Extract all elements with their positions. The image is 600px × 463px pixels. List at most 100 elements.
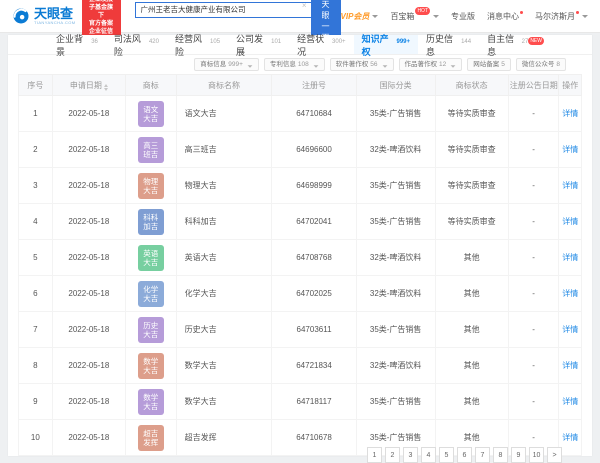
detail-link[interactable]: 详情: [562, 361, 578, 370]
chevron-down-icon: [382, 64, 387, 68]
nav-tab-count: 999+: [396, 38, 410, 45]
cell-trademark-image: 数学 大吉: [124, 383, 177, 420]
page-button[interactable]: >: [547, 447, 562, 463]
detail-link[interactable]: 详情: [562, 181, 578, 190]
filter-pill[interactable]: 微信公众号 8: [515, 58, 566, 71]
cell-status: 等待实质审查: [434, 95, 509, 132]
cell-index: 5: [18, 239, 53, 276]
top-menu-item[interactable]: VIP会员: [341, 11, 379, 22]
top-menu-label: 专业版: [451, 11, 475, 21]
detail-link[interactable]: 详情: [562, 145, 578, 154]
cell-intl-class: 32类-啤酒饮料: [355, 275, 436, 312]
detail-link[interactable]: 详情: [562, 325, 578, 334]
trademark-badge[interactable]: 数学 大吉: [137, 388, 164, 415]
top-menu-item[interactable]: 百宝箱 HOT: [390, 6, 439, 22]
top-menu-item[interactable]: 消息中心: [487, 10, 523, 22]
column-header[interactable]: 商标: [124, 74, 177, 96]
trademark-badge[interactable]: 语文 大吉: [137, 100, 164, 127]
detail-link[interactable]: 详情: [562, 289, 578, 298]
filter-pill[interactable]: 软件著作权 56: [329, 58, 394, 71]
cell-action: 详情: [558, 347, 582, 384]
sort-icon[interactable]: [103, 83, 108, 91]
trademark-badge[interactable]: 数学 大吉: [137, 352, 164, 379]
page-button[interactable]: 6: [457, 447, 472, 463]
cell-index: 1: [18, 95, 53, 132]
page-button[interactable]: 1: [367, 447, 382, 463]
filter-pill-label: 商标信息: [200, 61, 227, 68]
cell-action: 详情: [558, 203, 582, 240]
notification-dot-icon: [576, 10, 579, 14]
page-button[interactable]: 2: [385, 447, 400, 463]
trademark-badge[interactable]: 物理 大吉: [137, 172, 164, 199]
cell-status: 其他: [434, 311, 509, 348]
cell-notice-date: -: [507, 275, 560, 312]
page-button[interactable]: 4: [421, 447, 436, 463]
logo-eye-icon: [13, 8, 29, 24]
cell-trademark-name: 化学大吉: [175, 275, 273, 312]
top-menu-item[interactable]: 专业版: [451, 11, 475, 22]
page-button[interactable]: 7: [475, 447, 490, 463]
detail-link[interactable]: 详情: [562, 109, 578, 118]
cell-registration-no: 64696600: [271, 131, 357, 168]
cell-apply-date: 2022-05-18: [51, 239, 126, 276]
filter-pill[interactable]: 网站备案 5: [467, 58, 511, 71]
column-header[interactable]: 序号: [18, 74, 53, 96]
nav-tab-label: 司法风险: [113, 33, 141, 57]
nav-tab-label: 经营状况: [297, 33, 325, 57]
company-search-input[interactable]: [134, 1, 311, 18]
trademark-badge[interactable]: 历史 大吉: [137, 316, 164, 343]
trademark-badge-line2: 发挥: [143, 437, 159, 447]
nav-tab-label: 知识产权: [361, 33, 389, 57]
page-button[interactable]: 5: [439, 447, 454, 463]
nav-tab[interactable]: 司法风险 420: [106, 34, 167, 57]
cell-trademark-name: 语文大吉: [175, 95, 273, 132]
cell-registration-no: 64698999: [271, 167, 357, 204]
cell-apply-date: 2022-05-18: [51, 275, 126, 312]
detail-link[interactable]: 详情: [562, 217, 578, 226]
trademark-badge[interactable]: 英语 大吉: [137, 244, 164, 271]
nav-tab[interactable]: 知识产权 999+: [353, 34, 418, 57]
cell-index: 3: [18, 167, 53, 204]
cell-status: 其他: [434, 275, 509, 312]
tianyancha-logo[interactable]: 天眼查 TIANYANCHA.COM: [12, 7, 76, 25]
cell-status: 等待实质审查: [434, 203, 509, 240]
filter-pill[interactable]: 作品著作权 12: [398, 58, 463, 71]
detail-link[interactable]: 详情: [562, 397, 578, 406]
column-header[interactable]: 申请日期: [51, 74, 126, 96]
detail-link[interactable]: 详情: [562, 433, 578, 442]
page-button[interactable]: 8: [493, 447, 508, 463]
nav-tab-label: 企业背景: [56, 33, 84, 57]
clear-search-icon[interactable]: ×: [302, 2, 307, 10]
column-header[interactable]: 注册公告日期: [507, 74, 560, 96]
page-button[interactable]: 3: [403, 447, 418, 463]
nav-tab[interactable]: 自主信息 27 NEW: [479, 34, 552, 57]
detail-link[interactable]: 详情: [562, 253, 578, 262]
page-button[interactable]: 10: [529, 447, 544, 463]
filter-pill[interactable]: 商标信息 999+: [194, 58, 259, 71]
filter-pill[interactable]: 专利信息 108: [263, 58, 325, 71]
cell-intl-class: 35类-广告销售: [355, 203, 436, 240]
cell-registration-no: 64703611: [271, 311, 357, 348]
cell-intl-class: 35类-广告销售: [355, 167, 436, 204]
top-menu-label: 马尔济斯月: [535, 11, 575, 21]
cell-trademark-name: 英语大吉: [175, 239, 273, 276]
column-header[interactable]: 注册号: [271, 74, 357, 96]
nav-tab[interactable]: 企业背景 36: [48, 34, 106, 57]
top-menu-item[interactable]: 马尔济斯月: [535, 10, 588, 22]
trademark-badge[interactable]: 化学 大吉: [137, 280, 164, 307]
trademark-row: 1 2022-05-18 语文 大吉 语文大吉 64710684 35类-广告销…: [18, 95, 582, 132]
nav-tab[interactable]: 历史信息 144: [418, 34, 479, 57]
nav-tab[interactable]: 经营风险 105: [167, 34, 228, 57]
nav-tab[interactable]: 经营状况 300+: [289, 34, 353, 57]
trademark-badge-line1: 数学: [143, 356, 159, 366]
page-button[interactable]: 9: [511, 447, 526, 463]
nav-tab-label: 公司发展: [236, 33, 264, 57]
nav-tab[interactable]: 公司发展 101: [228, 34, 289, 57]
column-header[interactable]: 操作: [558, 74, 582, 96]
trademark-badge[interactable]: 高三 班吉: [137, 136, 164, 163]
column-header[interactable]: 商标名称: [175, 74, 273, 96]
column-header[interactable]: 国际分类: [355, 74, 436, 96]
column-header[interactable]: 商标状态: [434, 74, 509, 96]
trademark-badge[interactable]: 科科 加吉: [137, 208, 164, 235]
nav-tab-count: 144: [461, 38, 472, 45]
